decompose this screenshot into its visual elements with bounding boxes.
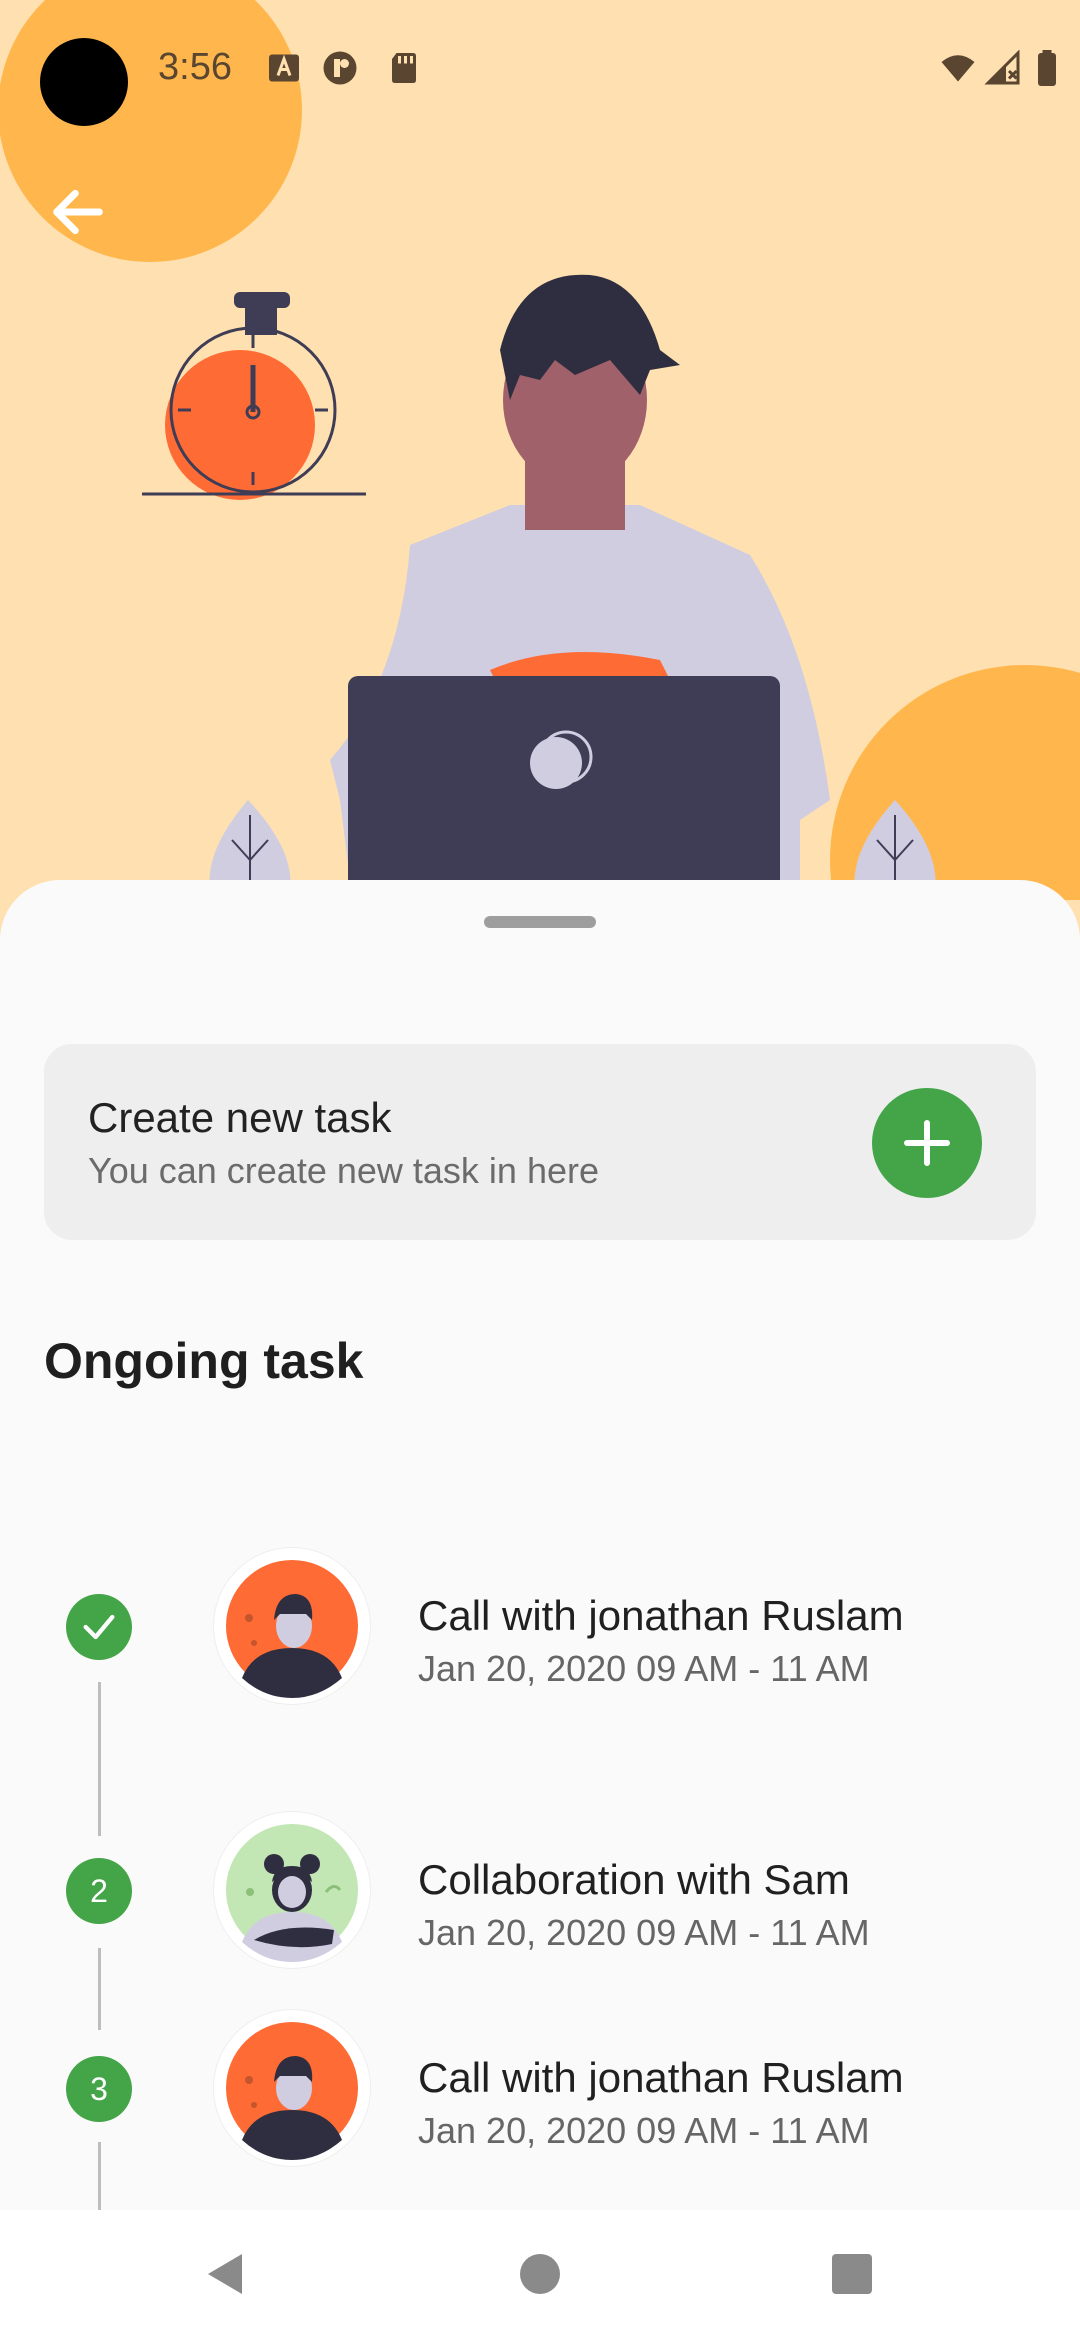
status-bar: 3:56 [0,0,1080,140]
add-task-button[interactable] [872,1088,982,1198]
create-task-title: Create new task [88,1094,392,1141]
back-arrow-icon[interactable] [46,180,110,244]
keyboard-a-icon [269,54,299,82]
man-orange-avatar-icon [226,2022,358,2160]
wifi-icon [941,55,975,82]
task-done-badge [66,1594,132,1660]
task-title: Call with jonathan Ruslam [418,1592,904,1639]
stopwatch-illustration [142,292,366,500]
cell-signal-icon [984,50,1020,85]
avatar [214,1812,370,1968]
timeline-connector [98,1682,101,1836]
task-number-badge: 2 [66,1858,132,1924]
nav-recents-icon[interactable] [828,2250,876,2298]
task-title: Call with jonathan Ruslam [418,2054,904,2101]
task-number-badge: 3 [66,2056,132,2122]
timeline-connector [98,2142,101,2210]
timeline-connector [98,1948,101,2030]
front-camera [40,38,128,126]
task-time: Jan 20, 2020 09 AM - 11 AM [418,2110,870,2151]
task-time: Jan 20, 2020 09 AM - 11 AM [418,1648,870,1689]
laptop-illustration [348,676,780,900]
drag-handle[interactable] [484,916,596,928]
nav-home-icon[interactable] [516,2250,564,2298]
task-title: Collaboration with Sam [418,1856,850,1903]
plus-icon [904,1120,950,1166]
create-task-subtitle: You can create new task in here [88,1150,599,1191]
woman-green-avatar-icon [226,1824,358,1962]
man-orange-avatar-icon [226,1560,358,1698]
task-time: Jan 20, 2020 09 AM - 11 AM [418,1912,870,1953]
nav-back-icon[interactable] [202,2250,250,2298]
app-notification-icon [323,51,357,85]
task-bottom-sheet: Create new task You can create new task … [0,880,1080,2210]
avatar [214,1548,370,1704]
check-icon [83,1614,115,1640]
battery-icon [1038,50,1056,86]
avatar [214,2010,370,2166]
system-navigation-bar [0,2210,1080,2340]
sd-card-icon [392,53,416,83]
status-time: 3:56 [158,46,232,88]
ongoing-task-heading: Ongoing task [44,1333,364,1389]
create-task-card[interactable]: Create new task You can create new task … [44,1044,1036,1240]
